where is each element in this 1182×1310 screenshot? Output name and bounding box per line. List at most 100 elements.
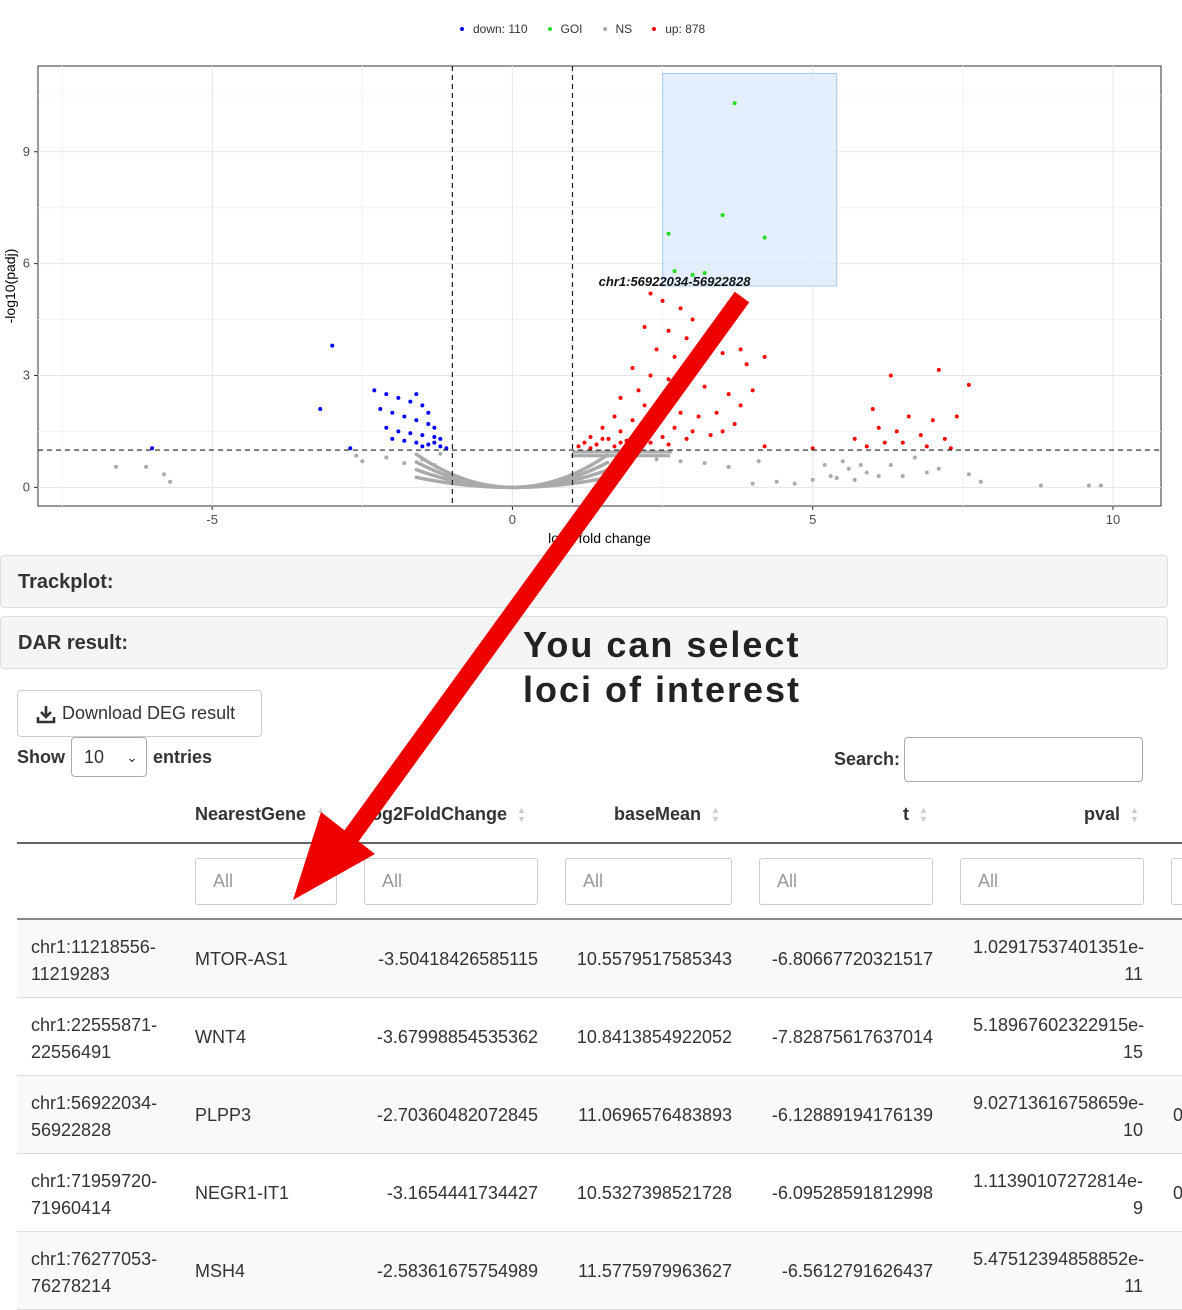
data-point xyxy=(396,429,401,434)
y-tick-label: 0 xyxy=(23,479,30,494)
data-point xyxy=(738,347,743,352)
data-point xyxy=(318,407,323,412)
data-point xyxy=(600,425,605,430)
table-row[interactable]: chr1:71959720- 71960414 NEGR1-IT1 -3.165444… xyxy=(17,1154,1182,1232)
filter-placeholder: All xyxy=(213,871,234,891)
data-point xyxy=(438,444,443,449)
data-point xyxy=(876,474,881,479)
filter-input-next[interactable] xyxy=(1171,858,1182,905)
data-point xyxy=(605,475,610,480)
data-point xyxy=(876,425,881,430)
header-label: pval xyxy=(1084,804,1121,824)
data-point xyxy=(966,382,971,387)
data-point xyxy=(792,481,797,486)
data-point xyxy=(900,474,905,479)
cell-basemean: 11.0696576483893 xyxy=(578,1105,732,1125)
table-row[interactable]: chr1:76277053- 76278214 MSH4 -2.58361675754… xyxy=(17,1232,1182,1310)
table-row[interactable]: chr1:56922034- 56922828 PLPP3 -2.7036048207… xyxy=(17,1076,1182,1154)
data-point xyxy=(390,436,395,441)
dar-result-title: DAR result: xyxy=(18,632,129,654)
filter-input-pval[interactable]: All xyxy=(960,858,1144,905)
data-point xyxy=(648,291,653,296)
sort-icon: ▲ ▼ xyxy=(316,804,325,824)
data-point xyxy=(678,459,683,464)
cell-pval: 9.02713616758659e- 10 xyxy=(973,1090,1144,1144)
data-point xyxy=(666,442,671,447)
filter-input-nearestgene[interactable]: All xyxy=(195,858,337,905)
filter-input-log2foldchange[interactable]: All xyxy=(364,858,538,905)
data-point xyxy=(654,457,659,462)
locus-line: chr1:71959720- xyxy=(31,1171,158,1191)
data-point xyxy=(426,442,431,447)
data-point xyxy=(654,421,659,426)
callout-line: You can select xyxy=(523,624,801,665)
data-point xyxy=(420,403,425,408)
download-deg-button[interactable]: Download DEG result xyxy=(17,690,262,737)
pval-line: 5.18967602322915e- xyxy=(973,1015,1145,1035)
column-header-nearestgene[interactable]: NearestGene ▲ ▼ xyxy=(195,804,325,825)
data-point xyxy=(672,269,677,274)
download-icon xyxy=(36,705,56,723)
data-point xyxy=(168,479,173,484)
search-label: Search: xyxy=(834,749,901,769)
cell-nearestgene: MSH4 xyxy=(195,1261,246,1281)
column-header-log2foldchange[interactable]: log2FoldChange ▲ ▼ xyxy=(366,804,526,825)
data-point xyxy=(605,468,610,472)
plot-canvas[interactable]: -5 0 5 10 0 3 6 9 log2 fold change -log10(padj) ch… xyxy=(0,0,1182,552)
data-point xyxy=(612,414,617,419)
data-point xyxy=(582,440,587,445)
callout-line: loci of interest xyxy=(523,669,802,710)
cell-locus: chr1:11218556- 11219283 xyxy=(31,934,181,988)
cell-pval: 5.47512394858852e- 11 xyxy=(973,1246,1144,1300)
data-point xyxy=(378,407,383,412)
data-point xyxy=(762,235,767,240)
point-annotation: chr1:56922034-56922828 xyxy=(599,274,752,289)
column-header-t[interactable]: t ▲ ▼ xyxy=(903,804,928,825)
data-point xyxy=(426,421,431,426)
length-control: Show 10 ⌄ entries xyxy=(17,737,212,777)
locus-line: chr1:11218556- xyxy=(31,937,156,957)
column-header-pval[interactable]: pval ▲ ▼ xyxy=(1084,804,1139,825)
data-point xyxy=(726,392,731,397)
entries-select[interactable]: 10 ⌄ xyxy=(71,737,147,777)
data-point xyxy=(576,444,581,449)
search-control: Search: xyxy=(834,737,1144,782)
data-point xyxy=(642,325,647,330)
data-point xyxy=(936,367,941,372)
cell-next: 0 xyxy=(1173,1105,1182,1125)
trackplot-panel-heading[interactable]: Trackplot: xyxy=(0,555,1168,608)
filter-input-t[interactable]: All xyxy=(759,858,933,905)
data-point xyxy=(858,462,863,467)
volcano-plot[interactable]: down: 110 GOI NS up: 878 -5 0 5 10 0 3 6 9 log2 … xyxy=(0,0,1182,552)
data-point xyxy=(696,358,701,363)
data-point xyxy=(1086,483,1091,488)
data-point xyxy=(672,354,677,359)
data-point xyxy=(618,429,623,434)
data-point xyxy=(714,410,719,415)
data-point xyxy=(822,462,827,467)
data-point xyxy=(390,410,395,415)
x-tick-label: -5 xyxy=(206,512,218,527)
data-point xyxy=(900,440,905,445)
data-point xyxy=(708,433,713,438)
search-input[interactable] xyxy=(904,737,1144,782)
locus-line: chr1:56922034- xyxy=(31,1093,158,1113)
data-point xyxy=(702,384,707,389)
data-point xyxy=(636,433,641,438)
filter-placeholder: All xyxy=(978,871,999,891)
data-point xyxy=(618,395,623,400)
data-point xyxy=(720,213,725,218)
data-point xyxy=(660,407,665,412)
data-point xyxy=(666,377,671,382)
locus-line: chr1:22555871- xyxy=(31,1015,158,1035)
data-point xyxy=(354,453,359,458)
entries-label: entries xyxy=(153,746,213,767)
table-row[interactable]: chr1:22555871- 22556491 WNT4 -3.67998854535… xyxy=(17,998,1182,1076)
data-point xyxy=(606,436,611,441)
filter-input-basemean[interactable]: All xyxy=(565,858,732,905)
data-point xyxy=(642,403,647,408)
data-point xyxy=(690,429,695,434)
table-row[interactable]: chr1:11218556- 11219283 MTOR-AS1 -3.5041842… xyxy=(17,920,1182,998)
cell-nearestgene: PLPP3 xyxy=(195,1105,252,1125)
column-header-basemean[interactable]: baseMean ▲ ▼ xyxy=(614,804,720,825)
